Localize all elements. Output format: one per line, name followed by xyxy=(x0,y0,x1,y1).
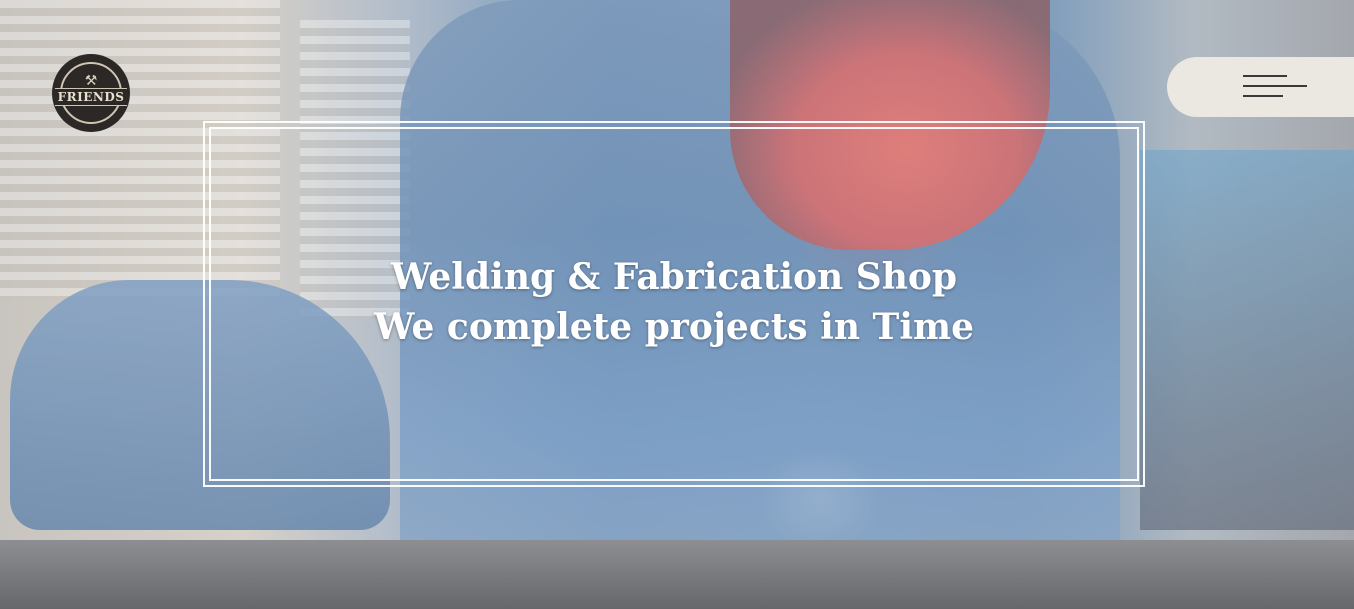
menu-button[interactable] xyxy=(1167,57,1354,117)
hero-section: ⚒ FRIENDS Welding & Fabrication Shop We … xyxy=(0,0,1354,609)
site-logo[interactable]: ⚒ FRIENDS xyxy=(52,54,130,132)
hero-title-line1: Welding & Fabrication Shop xyxy=(390,256,958,298)
hamburger-menu-icon xyxy=(1243,75,1307,99)
hero-title-line2: We complete projects in Time xyxy=(373,306,975,348)
hero-headline: Welding & Fabrication Shop We complete p… xyxy=(203,252,1145,352)
logo-text: FRIENDS xyxy=(54,88,128,106)
